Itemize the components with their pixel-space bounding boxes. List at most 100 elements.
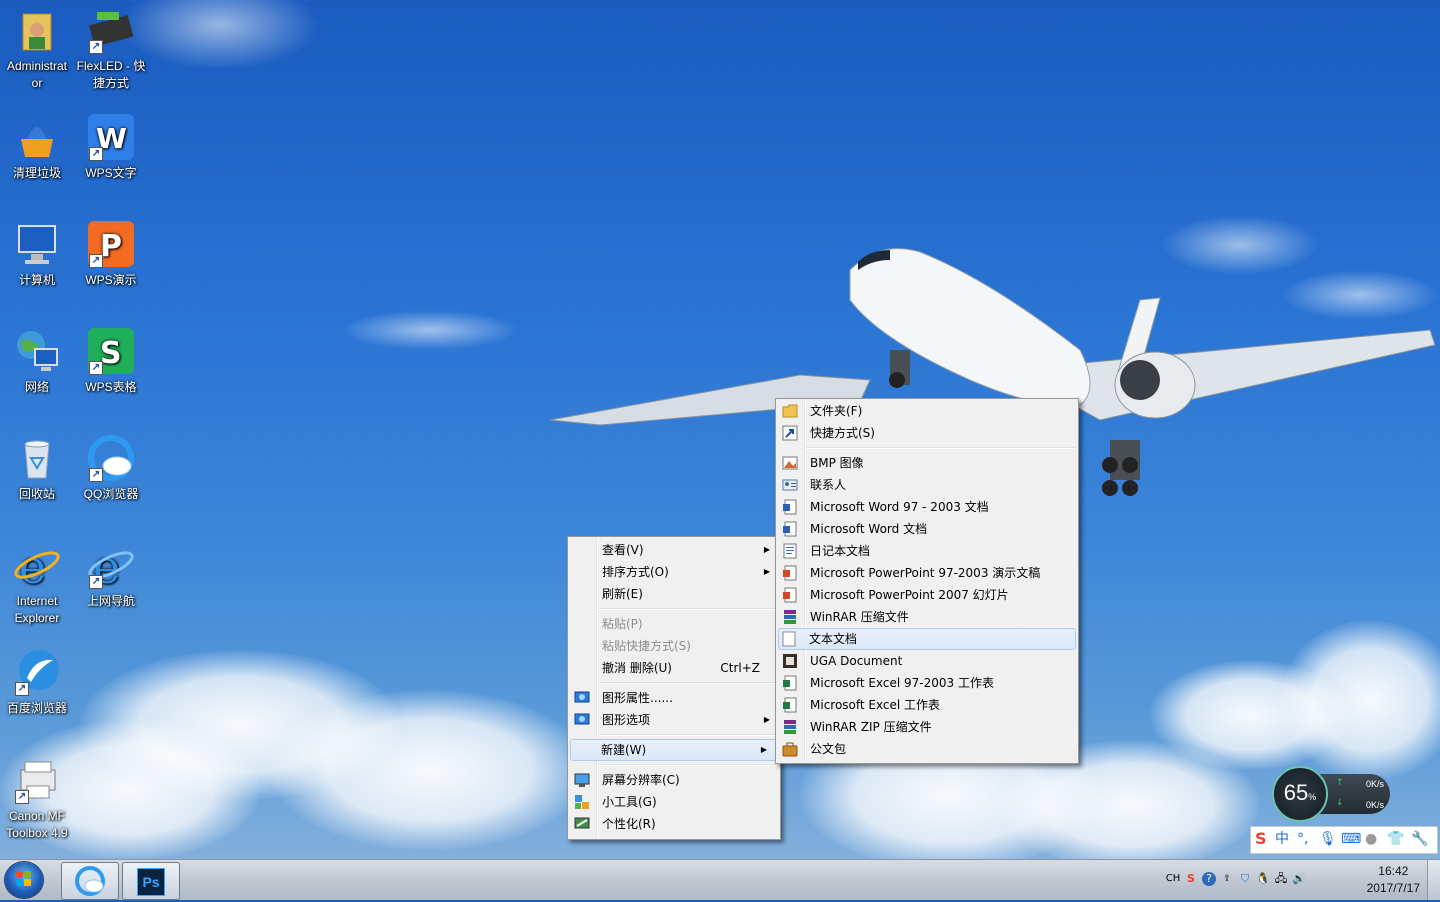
sogou-tray-icon[interactable]: S	[1184, 872, 1198, 886]
new-word-item[interactable]: Microsoft Word 文档	[776, 518, 1078, 540]
menu-item-paste[interactable]: 粘贴(P)	[568, 613, 780, 635]
excel-icon	[782, 697, 798, 713]
desktop-icon-label: WPS文字	[85, 166, 137, 180]
menu-item-label: Microsoft PowerPoint 2007 幻灯片	[810, 588, 1009, 602]
new-contact-item[interactable]: 联系人	[776, 474, 1078, 496]
menu-item-label: 图形属性......	[602, 691, 673, 705]
shortcut-arrow-icon: ↗	[89, 361, 103, 375]
new-briefcase-item[interactable]: 公文包	[776, 738, 1078, 760]
clock-date: 2017/7/17	[1366, 881, 1420, 895]
ime-mode-toggle[interactable]: 中	[1275, 830, 1289, 848]
menu-item-paste-shortcut[interactable]: 粘贴快捷方式(S)	[568, 635, 780, 657]
menu-item-label: Microsoft Excel 工作表	[810, 698, 941, 712]
new-winrar-item[interactable]: WinRAR 压缩文件	[776, 606, 1078, 628]
menu-item-label: 快捷方式(S)	[810, 426, 875, 440]
broom-icon	[13, 113, 61, 161]
taskbar-app-qq-browser[interactable]	[61, 862, 119, 900]
volume-icon[interactable]: 🔊	[1292, 872, 1306, 886]
user-folder-icon	[13, 6, 61, 54]
shortcut-arrow-icon: ↗	[89, 40, 103, 54]
desktop-icon-canon-toolbox[interactable]: ↗ Canon MF Toolbox 4.9	[0, 750, 74, 842]
bmp-image-icon	[782, 455, 798, 471]
skin-icon[interactable]: 👕	[1387, 830, 1404, 848]
desktop-context-menu: 查看(V) ▶ 排序方式(O) ▶ 刷新(E) 粘贴(P) 粘贴快捷方式(S) 撤消…	[567, 536, 781, 840]
desktop-icon-baidu-browser[interactable]: ↗ 百度浏览器	[0, 642, 74, 717]
journal-icon	[782, 543, 798, 559]
tools-icon[interactable]: 🔧	[1411, 830, 1428, 848]
wps-writer-icon: W ↗	[87, 113, 135, 161]
desktop-icon-cleanup[interactable]: 清理垃圾	[0, 107, 74, 182]
taskbar-app-photoshop[interactable]: Ps	[122, 862, 180, 900]
new-shortcut-item[interactable]: 快捷方式(S)	[776, 422, 1078, 444]
security-shield-icon[interactable]: ⛉	[1238, 872, 1252, 886]
new-uga-item[interactable]: UGA Document	[776, 650, 1078, 672]
menu-item-graphics-properties[interactable]: 图形属性......	[568, 687, 780, 709]
desktop-icon-label: 网络	[24, 380, 49, 394]
menu-separator	[598, 764, 778, 766]
ime-toolbar[interactable]: S 中 °, 🎙 ⌨ ● 👕 🔧	[1250, 826, 1438, 854]
new-journal-item[interactable]: 日记本文档	[776, 540, 1078, 562]
clock[interactable]: 16:42 2017/7/17	[1367, 863, 1420, 897]
network-tray-icon[interactable]: 🖧	[1274, 872, 1288, 886]
desktop-icon-recycle-bin[interactable]: 回收站	[0, 428, 74, 503]
new-bmp-item[interactable]: BMP 图像	[776, 452, 1078, 474]
new-winrar-zip-item[interactable]: WinRAR ZIP 压缩文件	[776, 716, 1078, 738]
menu-item-refresh[interactable]: 刷新(E)	[568, 583, 780, 605]
desktop-icon-computer[interactable]: 计算机	[0, 214, 74, 289]
menu-item-view[interactable]: 查看(V) ▶	[568, 539, 780, 561]
gadgets-icon	[574, 794, 590, 810]
punctuation-icon[interactable]: °,	[1297, 830, 1308, 848]
new-ppt97-item[interactable]: Microsoft PowerPoint 97-2003 演示文稿	[776, 562, 1078, 584]
menu-item-label: Microsoft Word 97 - 2003 文档	[810, 500, 989, 514]
folder-icon	[782, 403, 798, 419]
menu-item-label: BMP 图像	[810, 456, 864, 470]
menu-item-sort[interactable]: 排序方式(O) ▶	[568, 561, 780, 583]
help-icon[interactable]: ?	[1202, 872, 1216, 886]
menu-separator	[598, 682, 778, 684]
desktop-icon-flexled[interactable]: ↗ FlexLED - 快捷方式	[74, 0, 148, 92]
show-hidden-icons[interactable]: ⇪	[1220, 872, 1234, 886]
desktop-icon-wps-spreadsheet[interactable]: S ↗ WPS表格	[74, 321, 148, 396]
uga-document-icon	[782, 653, 798, 669]
menu-item-graphics-options[interactable]: 图形选项 ▶	[568, 709, 780, 731]
winrar-zip-icon	[782, 719, 798, 735]
menu-item-label: 联系人	[810, 478, 847, 492]
desktop-icon-administrator[interactable]: Administrat or	[0, 0, 74, 92]
menu-item-screen-resolution[interactable]: 屏幕分辨率(C)	[568, 769, 780, 791]
desktop-icon-qq-browser[interactable]: ↗ QQ浏览器	[74, 428, 148, 503]
computer-icon	[13, 220, 61, 268]
new-excel-item[interactable]: Microsoft Excel 工作表	[776, 694, 1078, 716]
desktop-icon-label: FlexLED - 快捷方式	[76, 59, 146, 90]
desktop-icon-network[interactable]: 网络	[0, 321, 74, 396]
new-ppt2007-item[interactable]: Microsoft PowerPoint 2007 幻灯片	[776, 584, 1078, 606]
desktop-icon-wps-presentation[interactable]: P ↗ WPS演示	[74, 214, 148, 289]
shortcut-arrow-icon: ↗	[89, 147, 103, 161]
desktop-icon-label: Administrat or	[6, 59, 68, 90]
qq-browser-icon	[75, 866, 105, 896]
desktop-icon-ie-navigation[interactable]: e ↗ 上网导航	[74, 535, 148, 610]
keyboard-icon[interactable]: ⌨	[1341, 830, 1361, 848]
menu-item-gadgets[interactable]: 小工具(G)	[568, 791, 780, 813]
desktop-icon-wps-writer[interactable]: W ↗ WPS文字	[74, 107, 148, 182]
user-icon[interactable]: ●	[1365, 830, 1377, 848]
submenu-arrow-icon: ▶	[763, 545, 770, 554]
new-text-document-item[interactable]: 文本文档	[778, 628, 1076, 650]
desktop-icon-internet-explorer[interactable]: e Internet Explorer	[0, 535, 74, 627]
new-word97-item[interactable]: Microsoft Word 97 - 2003 文档	[776, 496, 1078, 518]
taskbar: Ps CH S ? ⇪ ⛉ 🐧 🖧 🔊 16:42 2017/7/17	[0, 859, 1440, 900]
new-excel97-item[interactable]: Microsoft Excel 97-2003 工作表	[776, 672, 1078, 694]
menu-item-label: 小工具(G)	[602, 795, 657, 809]
language-indicator[interactable]: CH	[1164, 872, 1182, 886]
text-document-icon	[781, 631, 797, 647]
network-monitor-widget[interactable]: 65% ↑ 0K/s ↓ 0K/s	[1272, 766, 1390, 822]
qq-penguin-icon[interactable]: 🐧	[1256, 872, 1270, 886]
menu-item-new[interactable]: 新建(W) ▶	[570, 739, 778, 761]
new-folder-item[interactable]: 文件夹(F)	[776, 400, 1078, 422]
show-desktop-button[interactable]	[1427, 860, 1440, 900]
menu-item-personalize[interactable]: 个性化(R)	[568, 813, 780, 835]
start-button[interactable]	[5, 862, 43, 898]
menu-item-label: 新建(W)	[601, 743, 647, 757]
menu-item-undo-delete[interactable]: 撤消 删除(U) Ctrl+Z	[568, 657, 780, 679]
microphone-icon[interactable]: 🎙	[1319, 830, 1337, 848]
excel-icon	[782, 675, 798, 691]
